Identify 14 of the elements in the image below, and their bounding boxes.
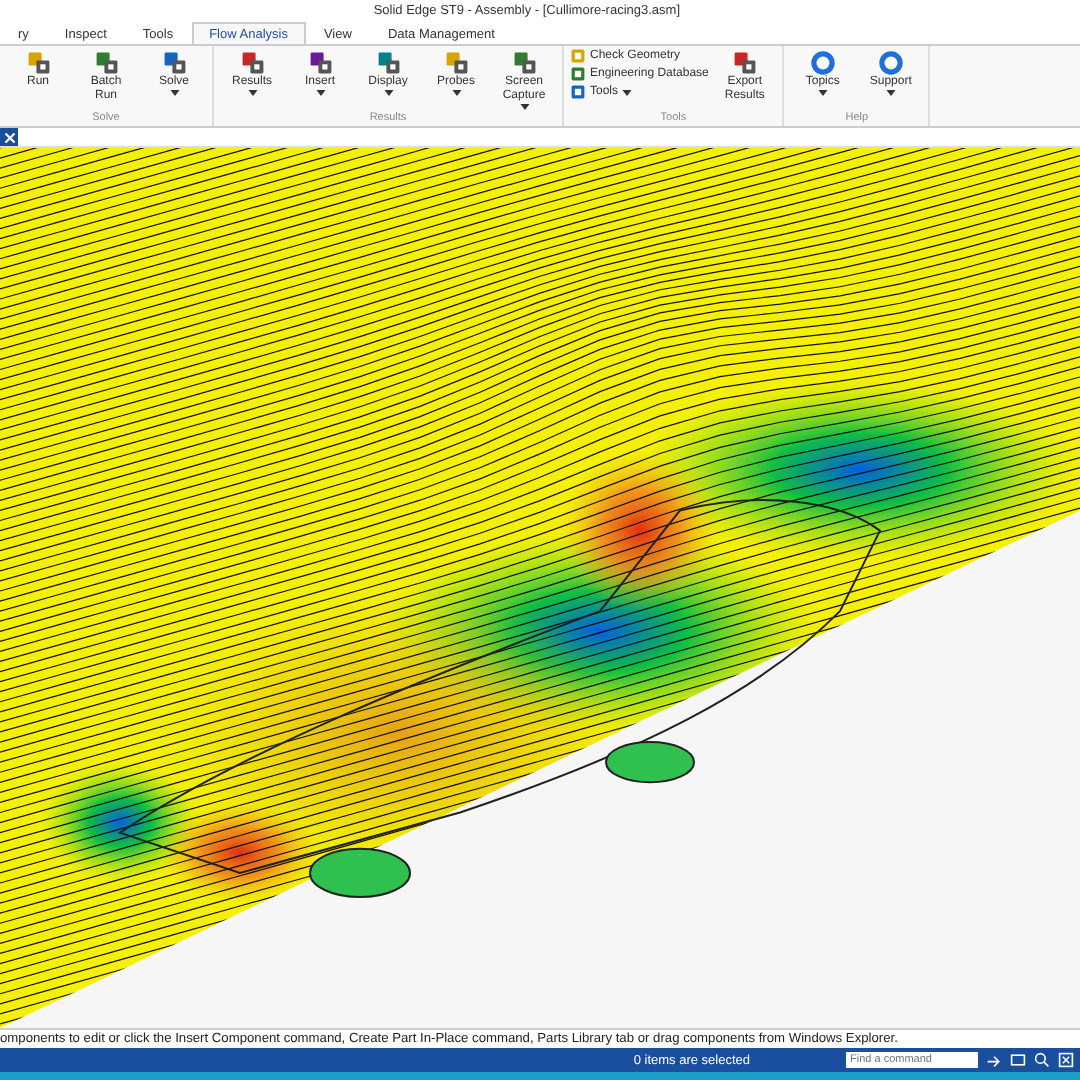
caret-icon [451, 90, 461, 96]
fit-icon[interactable] [1058, 1052, 1074, 1068]
caret-icon [383, 90, 393, 96]
caret-icon [169, 90, 179, 96]
caret-icon [519, 104, 529, 110]
caret-icon [817, 90, 828, 96]
window-icon[interactable] [1010, 1052, 1026, 1068]
caret-icon [247, 90, 257, 96]
close-button[interactable] [0, 128, 18, 146]
caret-icon [315, 90, 325, 96]
caret-icon [885, 90, 896, 96]
caret-icon [622, 89, 633, 95]
search-icon[interactable] [1034, 1052, 1050, 1068]
arrow-icon[interactable] [986, 1052, 1002, 1068]
